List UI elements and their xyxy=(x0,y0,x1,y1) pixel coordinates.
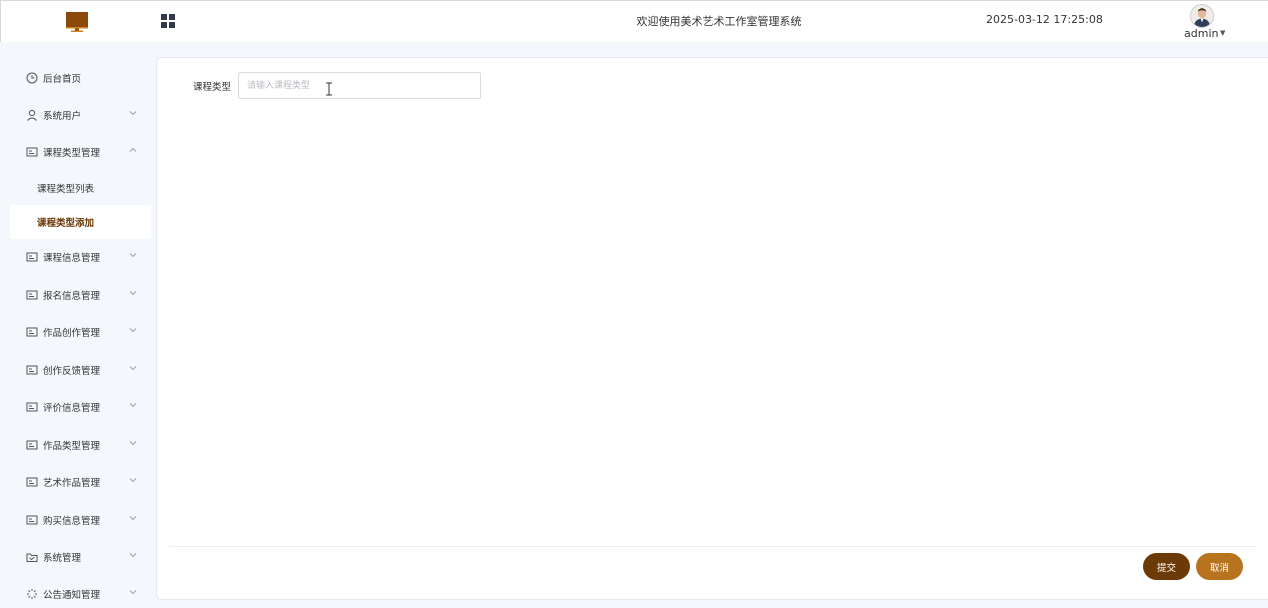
card-icon xyxy=(26,402,38,412)
sidebar-item-system-users[interactable]: 系统用户 xyxy=(10,98,151,132)
card-icon xyxy=(26,252,38,262)
form-divider xyxy=(169,546,1257,547)
sidebar-item-label: 系统用户 xyxy=(43,111,82,122)
clock-icon xyxy=(26,72,38,84)
sidebar-item-system-mgmt[interactable]: 系统管理 xyxy=(10,540,151,574)
sidebar-item-label: 作品创作管理 xyxy=(43,328,101,339)
chevron-down-icon xyxy=(129,478,137,483)
sidebar-item-label: 艺术作品管理 xyxy=(43,478,101,489)
chevron-down-icon xyxy=(129,441,137,446)
sidebar-item-artwork-type-mgmt[interactable]: 作品类型管理 xyxy=(10,428,151,462)
sidebar-item-label: 评价信息管理 xyxy=(43,403,101,414)
sidebar-item-enrollment-mgmt[interactable]: 报名信息管理 xyxy=(10,278,151,312)
chevron-down-icon: ▼ xyxy=(1220,29,1226,37)
main-panel: 课程类型 提交 取消 xyxy=(156,57,1268,600)
sidebar-item-label: 购买信息管理 xyxy=(43,516,101,527)
current-datetime: 2025-03-12 17:25:08 xyxy=(986,13,1103,26)
sidebar-subitem-course-type-add[interactable]: 课程类型添加 xyxy=(10,205,151,239)
sidebar-item-artwork-creation-mgmt[interactable]: 作品创作管理 xyxy=(10,315,151,349)
spinner-icon xyxy=(27,589,37,599)
cancel-button[interactable]: 取消 xyxy=(1196,553,1243,580)
chevron-down-icon xyxy=(129,366,137,371)
chevron-down-icon xyxy=(129,590,137,595)
sidebar-item-review-mgmt[interactable]: 评价信息管理 xyxy=(10,390,151,424)
chevron-down-icon xyxy=(129,111,137,116)
card-icon xyxy=(26,147,38,157)
sidebar-item-label: 公告通知管理 xyxy=(43,590,101,601)
chevron-down-icon xyxy=(129,553,137,558)
sidebar-item-label: 作品类型管理 xyxy=(43,441,101,452)
sidebar-subitem-label: 课程类型列表 xyxy=(37,184,95,195)
grid-menu-icon[interactable] xyxy=(160,13,176,29)
card-icon xyxy=(26,440,38,450)
sidebar-item-announcement-mgmt[interactable]: 公告通知管理 xyxy=(10,577,151,608)
system-title: 欢迎使用美术艺术工作室管理系统 xyxy=(636,15,802,28)
monitor-icon[interactable] xyxy=(65,11,89,33)
sidebar-item-creation-feedback-mgmt[interactable]: 创作反馈管理 xyxy=(10,353,151,387)
sidebar-item-label: 系统管理 xyxy=(43,553,82,564)
course-type-label: 课程类型 xyxy=(193,82,232,93)
sidebar-item-label: 创作反馈管理 xyxy=(43,366,101,377)
chevron-up-icon xyxy=(129,147,137,152)
sidebar-item-purchase-mgmt[interactable]: 购买信息管理 xyxy=(10,503,151,537)
card-icon xyxy=(26,477,38,487)
sidebar-item-label: 课程类型管理 xyxy=(43,148,101,159)
user-menu[interactable]: admin ▼ xyxy=(1184,4,1228,42)
card-icon xyxy=(26,290,38,300)
sidebar-subitem-label: 课程类型添加 xyxy=(37,218,95,229)
submit-button[interactable]: 提交 xyxy=(1143,553,1190,580)
chevron-down-icon xyxy=(129,403,137,408)
chevron-down-icon xyxy=(129,291,137,296)
sidebar-subitem-course-type-list[interactable]: 课程类型列表 xyxy=(10,171,151,205)
chevron-down-icon xyxy=(129,328,137,333)
user-icon xyxy=(27,109,37,121)
text-cursor-icon xyxy=(326,82,332,96)
avatar[interactable] xyxy=(1190,4,1214,28)
app-root: 欢迎使用美术艺术工作室管理系统 2025-03-12 17:25:08 admi… xyxy=(0,0,1268,608)
course-type-input[interactable] xyxy=(238,72,481,99)
sidebar-item-label: 课程信息管理 xyxy=(43,253,101,264)
sidebar-item-course-info-mgmt[interactable]: 课程信息管理 xyxy=(10,240,151,274)
sidebar-item-artwork-mgmt[interactable]: 艺术作品管理 xyxy=(10,465,151,499)
sidebar-item-label: 后台首页 xyxy=(43,74,82,85)
sidebar: 后台首页 系统用户 课程类型管理 课程类型列表 课程类型添加 课程信息管理 报名… xyxy=(0,58,151,608)
card-icon xyxy=(26,365,38,375)
card-icon xyxy=(26,515,38,525)
sidebar-item-course-type-mgmt[interactable]: 课程类型管理 xyxy=(10,135,151,169)
user-avatar-icon xyxy=(1191,5,1213,27)
sidebar-item-label: 报名信息管理 xyxy=(43,291,101,302)
username: admin xyxy=(1184,27,1219,40)
sidebar-item-home[interactable]: 后台首页 xyxy=(10,61,151,95)
top-header: 欢迎使用美术艺术工作室管理系统 2025-03-12 17:25:08 admi… xyxy=(0,0,1268,42)
chevron-down-icon xyxy=(129,253,137,258)
card-icon xyxy=(26,327,38,337)
inbox-icon xyxy=(26,553,38,562)
chevron-down-icon xyxy=(129,516,137,521)
